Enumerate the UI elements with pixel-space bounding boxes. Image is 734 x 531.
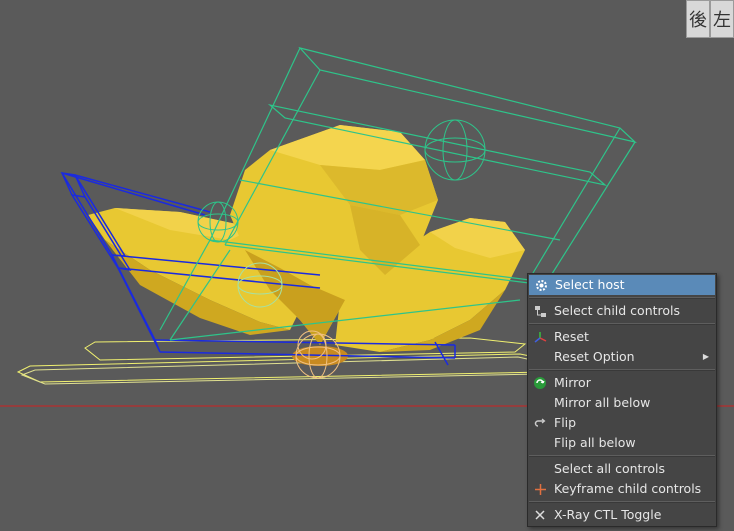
close-x-icon — [533, 508, 547, 522]
menu-separator — [529, 323, 715, 325]
menu-item-flip-all-below[interactable]: Flip all below — [528, 433, 716, 453]
mirror-icon — [533, 376, 547, 390]
menu-item-keyframe-child-controls[interactable]: Keyframe child controls — [528, 479, 716, 499]
context-menu: Select host Select child controls Reset … — [527, 273, 717, 527]
menu-item-reset-option[interactable]: Reset Option ▶ — [528, 347, 716, 367]
menu-item-select-host[interactable]: Select host — [529, 275, 715, 295]
menu-item-label: Mirror all below — [554, 395, 651, 410]
menu-item-label: Keyframe child controls — [554, 481, 702, 496]
menu-item-mirror-all-below[interactable]: Mirror all below — [528, 393, 716, 413]
menu-item-select-child-controls[interactable]: Select child controls — [528, 301, 716, 321]
gear-icon — [534, 278, 548, 292]
menu-separator — [529, 501, 715, 503]
menu-item-label: Select host — [555, 277, 625, 292]
menu-item-mirror[interactable]: Mirror — [528, 373, 716, 393]
menu-item-label: Mirror — [554, 375, 591, 390]
view-back-button[interactable]: 後 — [686, 0, 710, 38]
menu-item-label: Flip all below — [554, 435, 636, 450]
menu-item-label: Select child controls — [554, 303, 681, 318]
menu-item-label: Reset Option — [554, 349, 635, 364]
axis-icon — [533, 330, 547, 344]
menu-separator — [529, 369, 715, 371]
menu-item-select-all-controls[interactable]: Select all controls — [528, 459, 716, 479]
flip-arrow-icon — [533, 416, 547, 430]
sphere-controller-top[interactable] — [424, 119, 486, 181]
menu-item-label: Reset — [554, 329, 589, 344]
base-ring-controller[interactable] — [16, 337, 562, 385]
menu-separator — [529, 455, 715, 457]
menu-item-reset[interactable]: Reset — [528, 327, 716, 347]
submenu-arrow-icon: ▶ — [702, 352, 709, 361]
keyframe-plus-icon — [533, 482, 547, 496]
menu-item-label: X-Ray CTL Toggle — [554, 507, 662, 522]
menu-item-label: Select all controls — [554, 461, 665, 476]
menu-item-xray-ctl-toggle[interactable]: X-Ray CTL Toggle — [528, 505, 716, 525]
menu-item-label: Flip — [554, 415, 577, 430]
hierarchy-icon — [533, 304, 547, 318]
menu-item-flip[interactable]: Flip — [528, 413, 716, 433]
view-left-button[interactable]: 左 — [710, 0, 734, 38]
menu-separator — [529, 297, 715, 299]
